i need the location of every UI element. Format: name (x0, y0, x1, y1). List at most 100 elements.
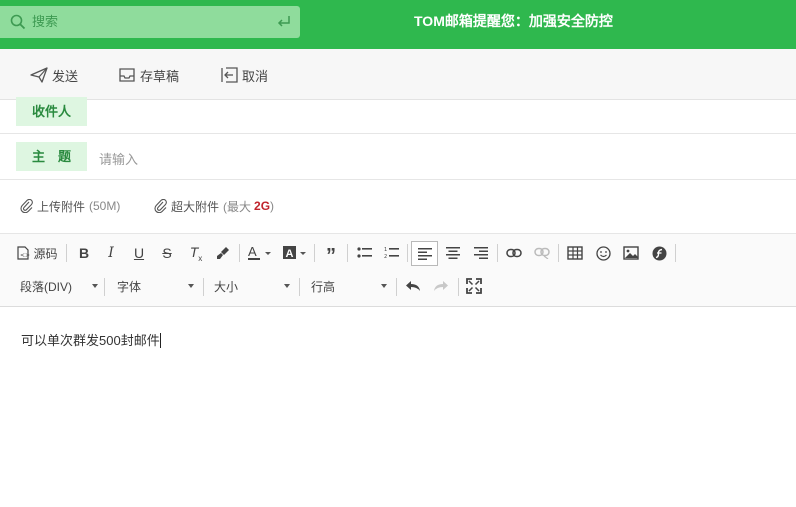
blockquote-button[interactable]: ” (320, 242, 342, 267)
upload-attachment-label: 上传附件 (37, 199, 86, 214)
cancel-label: 取消 (242, 68, 269, 84)
compose-toolbar: 发送 存草稿 取消 (0, 49, 796, 100)
svg-text:1: 1 (384, 247, 387, 253)
enter-icon[interactable] (276, 15, 291, 29)
paint-brush-icon (217, 247, 229, 259)
align-left-icon (417, 247, 432, 260)
strikethrough-button[interactable]: S (157, 242, 177, 264)
upload-attachment-button[interactable]: 上传附件 (50M) (20, 192, 120, 220)
search-input[interactable]: 搜索 (32, 6, 58, 38)
redo-icon (434, 281, 448, 291)
cancel-button[interactable]: 取消 (220, 64, 268, 86)
italic-button[interactable]: I (101, 242, 121, 264)
paragraph-select-value: 段落(DIV) (20, 279, 72, 294)
bold-button[interactable]: B (74, 242, 94, 264)
large-limit-size: 2G (254, 199, 271, 213)
upload-limit: (50M) (89, 199, 121, 213)
insert-media-button[interactable] (648, 242, 670, 264)
paragraph-select[interactable]: 段落(DIV) (20, 275, 98, 297)
flash-icon (652, 246, 666, 260)
editor-content[interactable]: 可以单次群发500封邮件 (21, 330, 161, 349)
save-draft-button[interactable]: 存草稿 (118, 64, 179, 86)
bold-icon: B (78, 245, 90, 261)
underline-button[interactable]: U (129, 242, 149, 264)
search-icon (10, 14, 26, 30)
unlink-button[interactable] (531, 242, 553, 264)
quote-icon: ” (326, 245, 336, 267)
line-height-select[interactable]: 行高 (311, 275, 387, 297)
undo-icon (406, 281, 420, 291)
italic-icon: I (108, 245, 114, 261)
source-code-button[interactable]: <> 源码 (14, 242, 60, 264)
insert-link-button[interactable] (503, 242, 525, 264)
toolbar-divider (239, 244, 240, 262)
insert-image-button[interactable] (620, 242, 642, 264)
recipient-label[interactable]: 收件人 (16, 97, 87, 126)
strikethrough-icon: S (162, 245, 172, 261)
font-color-icon: A (248, 245, 271, 260)
align-center-button[interactable] (442, 242, 464, 264)
toolbar-divider (314, 244, 315, 262)
exit-icon (221, 67, 238, 83)
svg-text:A: A (286, 248, 294, 260)
format-painter-button[interactable] (212, 242, 234, 264)
toolbar-divider (407, 244, 408, 262)
font-family-select-value: 字体 (117, 279, 142, 294)
background-color-button[interactable]: A (281, 242, 309, 264)
chevron-down-icon (381, 284, 387, 288)
bullet-list-button[interactable] (354, 242, 376, 264)
align-center-icon (446, 247, 460, 259)
table-icon (567, 246, 583, 260)
editor-content-text: 可以单次群发500封邮件 (21, 333, 160, 348)
paperclip-icon (20, 199, 33, 213)
large-attachment-button[interactable]: 超大附件 (最大 2G ) (154, 192, 274, 220)
svg-text:<>: <> (20, 252, 30, 259)
subject-row: 主 题 请输入 (0, 134, 796, 180)
undo-button[interactable] (402, 275, 424, 297)
toolbar-divider (66, 244, 67, 262)
clear-format-icon: Tx (189, 243, 203, 263)
send-button[interactable]: 发送 (30, 64, 78, 86)
text-cursor (159, 333, 161, 348)
clear-format-button[interactable]: Tx (185, 242, 207, 264)
chevron-down-icon (284, 284, 290, 288)
smiley-icon (595, 245, 611, 261)
toolbar-divider (458, 278, 459, 296)
fullscreen-button[interactable] (463, 275, 485, 297)
align-right-icon (474, 247, 488, 259)
editor-body[interactable]: 可以单次群发500封邮件 (0, 308, 796, 507)
toolbar-divider (104, 278, 105, 296)
svg-text:A: A (248, 245, 257, 259)
large-attachment-label: 超大附件 (171, 199, 220, 214)
svg-text:2: 2 (384, 254, 387, 260)
font-size-select-value: 大小 (214, 279, 239, 294)
unlink-icon (534, 247, 550, 259)
recipient-row[interactable]: 收件人 (0, 97, 796, 134)
image-icon (623, 246, 639, 260)
font-color-button[interactable]: A (246, 242, 274, 264)
emoji-button[interactable] (592, 242, 614, 264)
align-left-button[interactable] (411, 241, 438, 266)
save-draft-label: 存草稿 (140, 68, 180, 84)
security-notice: TOM邮箱提醒您：加强安全防控 (414, 13, 613, 29)
toolbar-divider (299, 278, 300, 296)
inbox-tray-icon (119, 68, 135, 82)
paperclip-icon (154, 199, 167, 213)
toolbar-divider (396, 278, 397, 296)
source-code-label: 源码 (33, 246, 58, 261)
line-height-select-value: 行高 (311, 279, 336, 294)
large-limit-close: ) (270, 199, 275, 213)
search-box[interactable]: 搜索 (0, 6, 300, 38)
insert-table-button[interactable] (564, 242, 586, 264)
toolbar-divider (347, 244, 348, 262)
toolbar-divider (558, 244, 559, 262)
align-right-button[interactable] (470, 242, 492, 264)
font-size-select[interactable]: 大小 (214, 275, 290, 297)
redo-button[interactable] (430, 275, 452, 297)
toolbar-divider (497, 244, 498, 262)
source-code-icon: <> (17, 246, 30, 260)
numbered-list-button[interactable]: 1 2 (381, 242, 403, 264)
subject-label: 主 题 (16, 142, 87, 171)
subject-input[interactable]: 请输入 (99, 149, 138, 168)
font-family-select[interactable]: 字体 (117, 275, 194, 297)
